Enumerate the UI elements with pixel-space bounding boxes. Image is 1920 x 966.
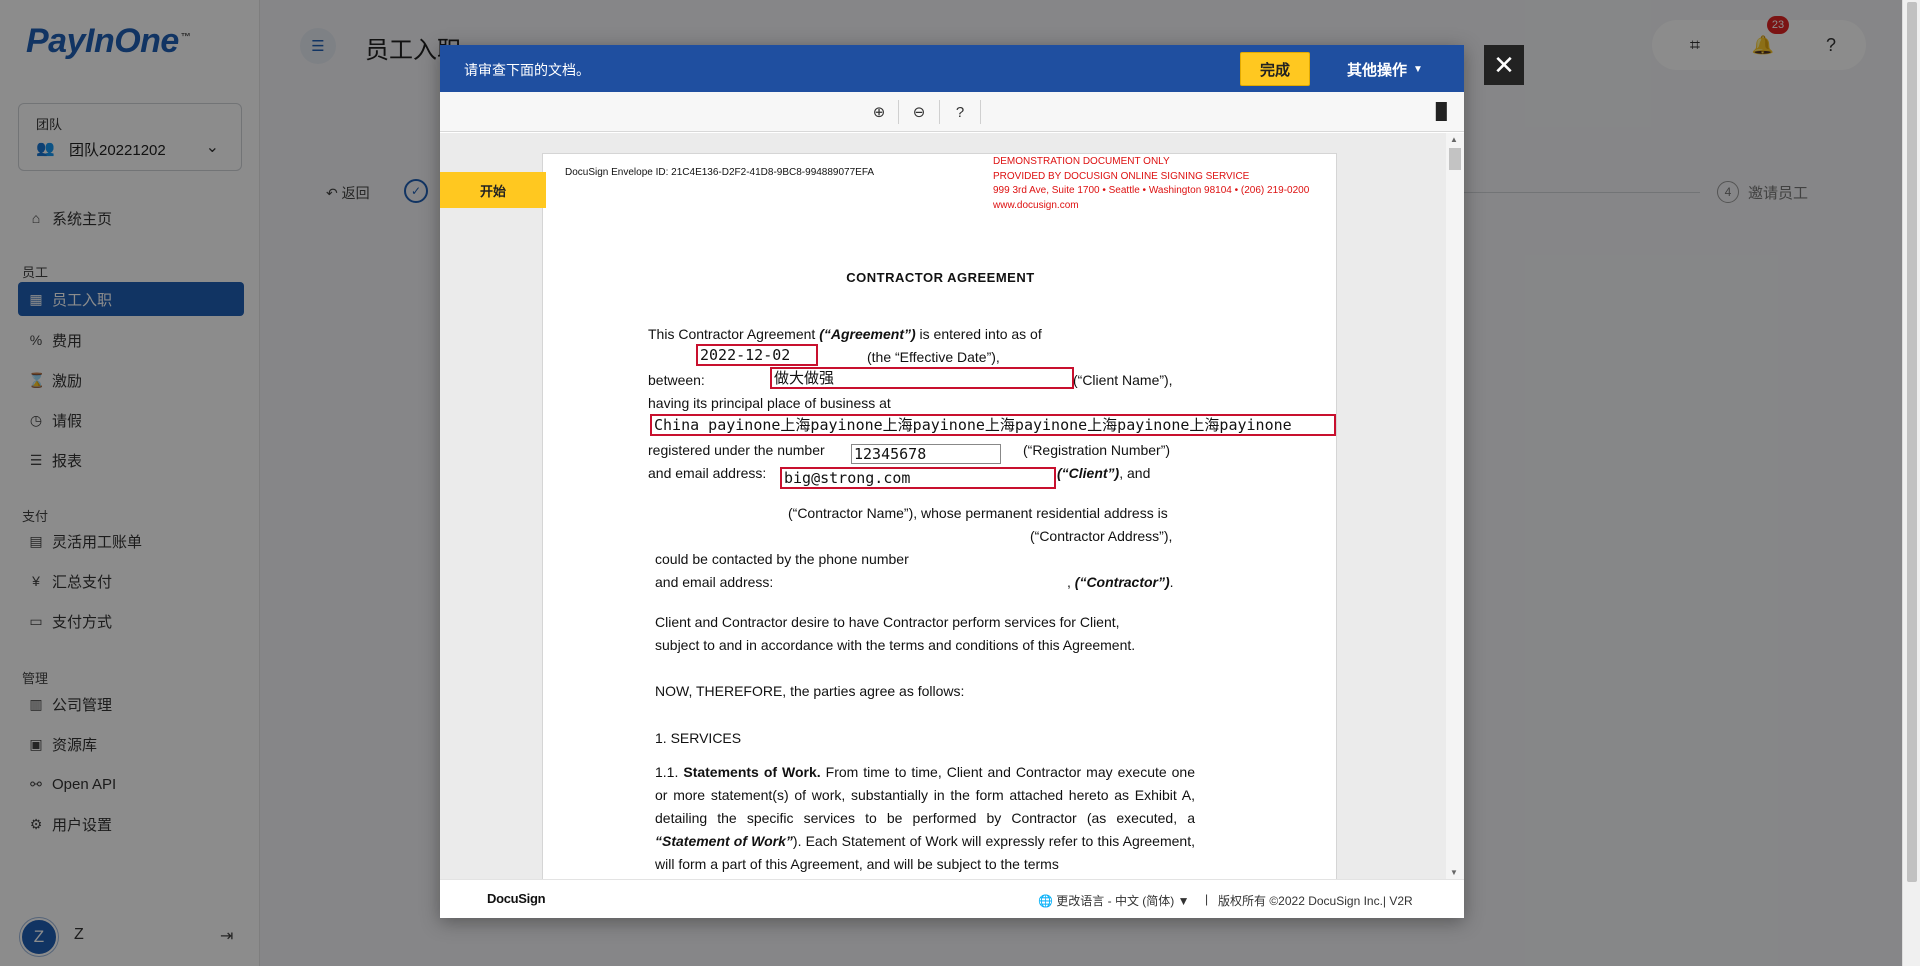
registration-number-field[interactable]: 12345678 bbox=[851, 444, 1001, 464]
registration-number-label: (“Registration Number”) bbox=[1023, 442, 1171, 458]
demo-notice: DEMONSTRATION DOCUMENT ONLY PROVIDED BY … bbox=[993, 155, 1309, 213]
effective-date-field[interactable]: 2022-12-02 bbox=[696, 344, 818, 366]
globe-icon: 🌐 bbox=[1038, 894, 1053, 908]
toolbar-divider bbox=[939, 100, 940, 124]
email-label: and email address: bbox=[648, 465, 767, 481]
copyright: 版权所有 ©2022 DocuSign Inc.| V2R bbox=[1218, 894, 1413, 908]
client-name-field[interactable]: 做大做强 bbox=[770, 367, 1074, 389]
client-label: (“Client”), and bbox=[1057, 465, 1151, 481]
docusign-logo: DocuSign bbox=[487, 891, 546, 906]
zoom-in-icon[interactable]: ⊕ bbox=[867, 100, 891, 124]
help-circle-icon[interactable]: ? bbox=[948, 100, 972, 124]
document-viewer: DocuSign Envelope ID: 21C4E136-D2F2-41D8… bbox=[440, 133, 1464, 879]
zoom-out-icon[interactable]: ⊖ bbox=[907, 100, 931, 124]
therefore-line: NOW, THEREFORE, the parties agree as fol… bbox=[655, 683, 965, 699]
between-label: between: bbox=[648, 372, 705, 388]
scroll-up-icon[interactable]: ▲ bbox=[1450, 135, 1458, 144]
close-modal-button[interactable]: ✕ bbox=[1484, 45, 1524, 85]
effective-date-label: (the “Effective Date”), bbox=[867, 349, 1000, 365]
document-scrollbar-thumb[interactable] bbox=[1449, 148, 1461, 170]
contractor-label: , (“Contractor”). bbox=[1067, 574, 1174, 590]
page-scrollbar[interactable] bbox=[1902, 0, 1920, 966]
document-icon[interactable]: ▉ bbox=[1432, 100, 1452, 124]
docusign-modal: 请审查下面的文档。 完成 其他操作 ▼ ⊕ ⊖ ? ▉ DocuSign Enve… bbox=[440, 45, 1464, 918]
change-language-link[interactable]: 🌐 更改语言 - 中文 (简体) ▼ bbox=[1038, 892, 1190, 909]
review-instruction: 请审查下面的文档。 bbox=[464, 62, 590, 78]
contractor-address-line: (“Contractor Address”), bbox=[1030, 528, 1173, 544]
caret-down-icon: ▼ bbox=[1413, 63, 1423, 75]
other-actions-button[interactable]: 其他操作 ▼ bbox=[1335, 52, 1435, 86]
section-1-1-paragraph: 1.1. Statements of Work. From time to ti… bbox=[655, 764, 1196, 872]
client-name-label: (“Client Name”), bbox=[1073, 372, 1173, 388]
document-page: DocuSign Envelope ID: 21C4E136-D2F2-41D8… bbox=[542, 153, 1337, 879]
demo-line: DEMONSTRATION DOCUMENT ONLY bbox=[993, 156, 1170, 167]
demo-line: 999 3rd Ave, Suite 1700 • Seattle • Wash… bbox=[993, 185, 1310, 196]
scroll-down-icon[interactable]: ▼ bbox=[1450, 868, 1458, 877]
toolbar-divider bbox=[898, 100, 899, 124]
caret-down-icon: ▼ bbox=[1177, 894, 1190, 908]
client-email-field[interactable]: big@strong.com bbox=[780, 467, 1056, 489]
modal-header: 请审查下面的文档。 完成 其他操作 ▼ bbox=[440, 45, 1464, 92]
document-scrollbar[interactable]: ▲ ▼ bbox=[1446, 133, 1464, 879]
client-address-field[interactable]: China payinone上海payinone上海payinone上海payi… bbox=[650, 414, 1336, 436]
finish-button[interactable]: 完成 bbox=[1240, 52, 1310, 86]
footer-separator: | bbox=[1205, 892, 1209, 906]
document-title: CONTRACTOR AGREEMENT bbox=[846, 270, 1035, 285]
intro-line: This Contractor Agreement (“Agreement”) … bbox=[648, 326, 1042, 342]
phone-line: could be contacted by the phone number bbox=[655, 551, 909, 567]
contractor-name-line: (“Contractor Name”), whose permanent res… bbox=[788, 505, 1168, 521]
demo-line: PROVIDED BY DOCUSIGN ONLINE SIGNING SERV… bbox=[993, 170, 1250, 182]
demo-line: www.docusign.com bbox=[993, 199, 1079, 211]
section-1-heading: 1. SERVICES bbox=[655, 730, 742, 746]
registered-label: registered under the number bbox=[648, 442, 825, 458]
page-scrollbar-thumb[interactable] bbox=[1907, 2, 1917, 882]
contractor-email-label: and email address: bbox=[655, 574, 774, 590]
toolbar-divider bbox=[980, 100, 981, 124]
principal-place-label: having its principal place of business a… bbox=[648, 395, 891, 411]
document-toolbar: ⊕ ⊖ ? ▉ bbox=[440, 92, 1464, 132]
modal-footer: DocuSign 🌐 更改语言 - 中文 (简体) ▼ | 版权所有 ©2022… bbox=[440, 879, 1464, 918]
start-button[interactable]: 开始 bbox=[440, 172, 546, 208]
desire-line-2: subject to and in accordance with the te… bbox=[655, 637, 1136, 653]
desire-line-1: Client and Contractor desire to have Con… bbox=[655, 614, 1120, 630]
envelope-id: DocuSign Envelope ID: 21C4E136-D2F2-41D8… bbox=[565, 167, 875, 178]
